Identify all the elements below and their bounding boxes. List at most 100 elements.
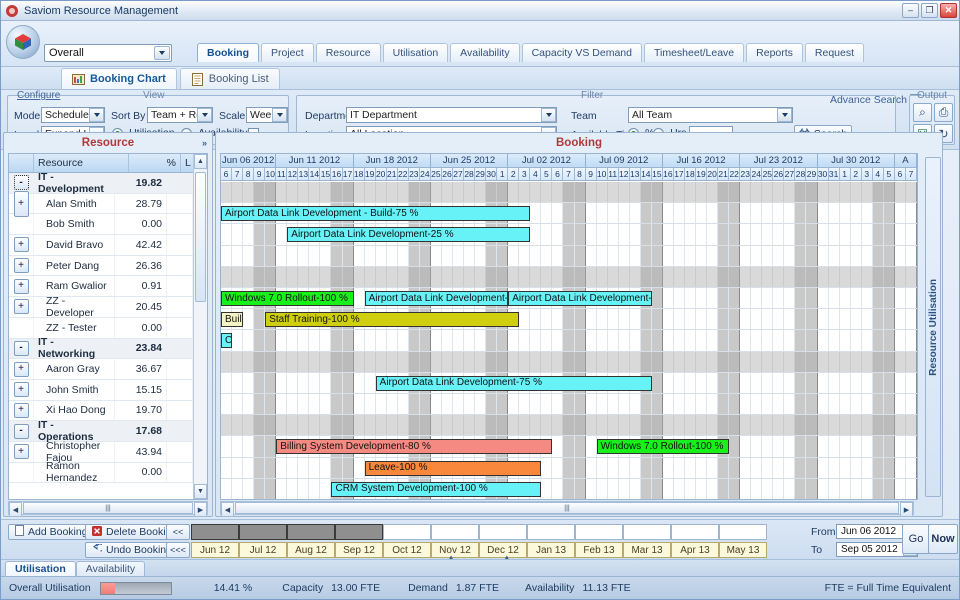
expand-row-button[interactable]: + [13, 237, 29, 253]
timeline-range-cell[interactable] [287, 524, 335, 540]
table-row[interactable]: Ramon Hernandez 0.00 [9, 460, 193, 484]
timeline-month-selector-top[interactable] [191, 524, 767, 540]
nav-tab-resource[interactable]: Resource [315, 43, 381, 62]
scroll-thumb-horizontal[interactable]: ||| [23, 502, 193, 514]
minimize-button[interactable]: – [902, 3, 919, 18]
table-row[interactable]: Bob Smith 0.00 [9, 214, 193, 236]
nav-tab-project[interactable]: Project [261, 43, 314, 62]
chevron-down-icon[interactable] [541, 108, 556, 122]
scope-select[interactable]: Overall [44, 44, 172, 62]
nav-tab-request[interactable]: Request [804, 43, 865, 62]
mode-select[interactable]: Schedule [41, 107, 105, 123]
timeline-range-cell[interactable] [479, 524, 527, 540]
grid-header-resource[interactable]: Resource [34, 154, 129, 172]
collapse-row-button[interactable]: - [13, 340, 29, 356]
print-icon[interactable]: ⎙ [934, 103, 953, 122]
nav-tab-reports[interactable]: Reports [746, 43, 803, 62]
bar-windows-rollout-2[interactable]: Windows 7.0 Rollout-100 % [596, 439, 730, 455]
expand-row-button[interactable]: + [13, 444, 29, 460]
add-booking-button[interactable]: Add Booking [8, 524, 95, 540]
resource-vertical-scrollbar[interactable]: ▲ ▼ [193, 154, 207, 499]
go-button[interactable]: Go [902, 524, 930, 554]
table-row[interactable]: + Alan Smith 28.79 [9, 190, 193, 217]
expand-row-button[interactable]: + [13, 361, 29, 377]
grid-header-percent[interactable]: % [129, 154, 181, 172]
preview-icon[interactable]: ⌕ [913, 103, 932, 122]
close-button[interactable]: ✕ [940, 3, 957, 18]
timeline-range-cell[interactable] [719, 524, 767, 540]
collapse-right-icon[interactable]: » [202, 138, 207, 148]
expand-row-button[interactable]: + [13, 299, 29, 315]
bar-leave-1[interactable]: Leave-100 % [364, 460, 542, 476]
gantt-canvas[interactable]: Airport Data Link Development - Build-75… [221, 182, 917, 499]
bar-airport-100-a[interactable]: Airport Data Link Development-100 % [364, 291, 509, 306]
bar-airport-100-b[interactable]: Airport Data Link Development-100 % [508, 291, 652, 306]
collapse-row-button[interactable]: - [13, 175, 29, 191]
scroll-up-button[interactable]: ▲ [194, 154, 207, 169]
scale-select[interactable]: Weekly [246, 107, 288, 123]
table-row[interactable]: - IT - Networking 23.84 [9, 336, 193, 360]
sub-tab-booking-list[interactable]: Booking List [179, 68, 280, 89]
scroll-thumb[interactable] [195, 172, 206, 302]
scroll-down-button[interactable]: ▼ [194, 484, 207, 499]
bar-airport-75[interactable]: Airport Data Link Development-75 % [375, 375, 652, 391]
resource-utilisation-side-tab[interactable]: Resource Utilisation [925, 157, 941, 497]
timeline-range-cell[interactable] [575, 524, 623, 540]
sub-tab-booking-chart[interactable]: Booking Chart [61, 68, 177, 89]
scroll-left-button[interactable]: ◀ [221, 502, 234, 517]
bar-airport-build[interactable]: Airport Data Link Development - Build-75… [221, 206, 531, 222]
timeline-range-cell[interactable] [239, 524, 287, 540]
bar-staff-training[interactable]: Staff Training-100 % [265, 312, 520, 328]
nav-tab-timesheet-leave[interactable]: Timesheet/Leave [643, 43, 745, 62]
gantt-horizontal-scrollbar[interactable]: ◀ ||| ▶ [220, 501, 914, 517]
timeline-range-cell[interactable] [431, 524, 479, 540]
timeline-range-cell[interactable] [335, 524, 383, 540]
restore-button[interactable]: ❐ [921, 3, 938, 18]
scroll-right-button[interactable]: ▶ [194, 502, 207, 517]
bar-airport-25[interactable]: Airport Data Link Development-25 % [287, 227, 531, 243]
resource-horizontal-scrollbar[interactable]: ◀ ||| ▶ [8, 501, 208, 517]
expand-row-button[interactable]: + [13, 278, 29, 294]
scroll-left-button[interactable]: ◀ [9, 502, 22, 517]
table-row[interactable]: + David Bravo 42.42 [9, 235, 193, 256]
timeline-range-cell[interactable] [671, 524, 719, 540]
nav-tab-booking[interactable]: Booking [197, 43, 259, 62]
bar-billing-system[interactable]: Billing System Development-80 % [276, 439, 553, 455]
team-select[interactable]: All Team [628, 107, 793, 123]
chevron-down-icon[interactable] [154, 46, 170, 60]
table-row[interactable]: + Peter Dang 26.36 [9, 255, 193, 277]
timeline-range-cell[interactable] [383, 524, 431, 540]
nav-tab-utilisation[interactable]: Utilisation [382, 43, 449, 62]
table-row[interactable]: + ZZ - Developer 20.45 [9, 295, 193, 319]
timeline-range-cell[interactable] [191, 524, 239, 540]
chevron-down-icon[interactable] [777, 108, 792, 122]
now-button[interactable]: Now [928, 524, 958, 554]
chevron-down-icon[interactable] [89, 108, 104, 122]
chevron-down-icon[interactable] [272, 108, 287, 122]
collapse-row-button[interactable]: - [13, 423, 29, 439]
timeline-range-cell[interactable] [623, 524, 671, 540]
status-tab-utilisation[interactable]: Utilisation [5, 561, 76, 576]
table-row[interactable]: + John Smith 15.15 [9, 379, 193, 401]
scroll-thumb-horizontal[interactable]: ||| [235, 502, 899, 514]
sort-by-select[interactable]: Team + Resource [147, 107, 213, 123]
bar-windows-rollout-1[interactable]: Windows 7.0 Rollout-100 % [221, 291, 354, 306]
expand-row-button[interactable]: + [13, 190, 29, 217]
table-row[interactable]: + Aaron Gray 36.67 [9, 359, 193, 380]
bar-crm-system[interactable]: CRM System Development-100 % [331, 481, 542, 497]
scroll-right-button[interactable]: ▶ [900, 502, 913, 517]
department-select[interactable]: IT Department [346, 107, 557, 123]
advance-search-link[interactable]: Advance Search [830, 94, 907, 106]
expand-row-button[interactable]: + [13, 382, 29, 398]
nav-tab-capacity-vs-demand[interactable]: Capacity VS Demand [521, 43, 642, 62]
status-tab-availability[interactable]: Availability [75, 561, 146, 576]
app-orb-button[interactable] [6, 25, 40, 59]
expand-row-button[interactable]: + [13, 402, 29, 418]
nav-tab-availability[interactable]: Availability [450, 43, 520, 62]
timeline-range-cell[interactable] [527, 524, 575, 540]
expand-row-button[interactable]: + [13, 258, 29, 274]
prev-period-button[interactable]: << [166, 524, 190, 540]
table-row[interactable]: - IT - Development 19.82 [9, 173, 193, 195]
chevron-down-icon[interactable] [197, 108, 212, 122]
bar-building[interactable]: Building [221, 312, 244, 328]
